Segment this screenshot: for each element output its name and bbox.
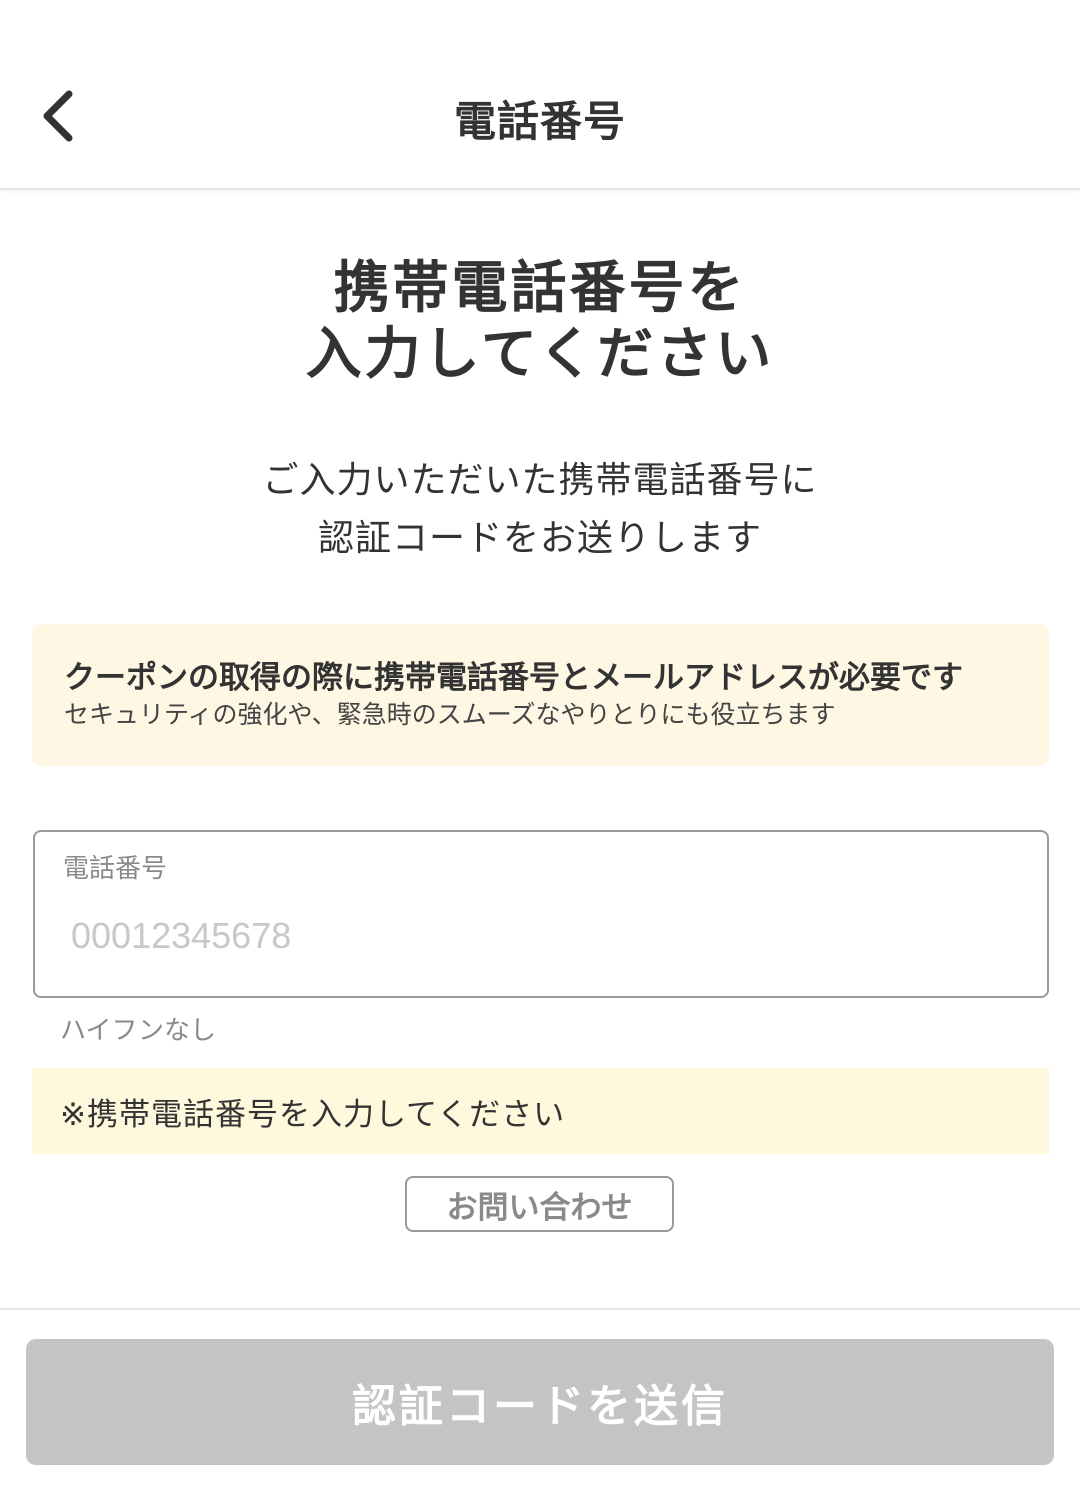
notice-text: セキュリティの強化や、緊急時のスムーズなやりとりにも役立ちます	[64, 700, 836, 729]
heading-line-1: 携帯電話番号を	[333, 256, 747, 321]
phone-number-screen: 電話番号 携帯電話番号を 入力してください ご入力いただいた携帯電話番号に 認証…	[0, 0, 1080, 1500]
send-verification-code-button[interactable]: 認証コードを送信	[26, 1339, 1054, 1465]
main-heading: 携帯電話番号を 入力してください	[0, 256, 1080, 388]
validation-message: ※携帯電話番号を入力してください	[32, 1068, 1049, 1154]
footer-divider	[0, 1308, 1080, 1310]
phone-number-input[interactable]	[71, 906, 1011, 966]
description-text: ご入力いただいた携帯電話番号に 認証コードをお送りします	[0, 452, 1080, 568]
contact-button[interactable]: お問い合わせ	[405, 1176, 674, 1232]
phone-number-label: 電話番号	[63, 854, 168, 884]
page-title: 電話番号	[453, 97, 626, 146]
phone-number-field[interactable]: 電話番号	[33, 830, 1049, 998]
description-line-1: ご入力いただいた携帯電話番号に	[262, 460, 818, 501]
description-line-2: 認証コードをお送りします	[317, 518, 762, 559]
notice-title: クーポンの取得の際に携帯電話番号とメールアドレスが必要です	[64, 660, 963, 696]
heading-line-2: 入力してください	[305, 322, 775, 387]
top-nav-bar: 電話番号	[0, 0, 1080, 190]
phone-number-hint: ハイフンなし	[60, 1016, 217, 1046]
coupon-notice-box: クーポンの取得の際に携帯電話番号とメールアドレスが必要です セキュリティの強化や…	[32, 624, 1049, 766]
